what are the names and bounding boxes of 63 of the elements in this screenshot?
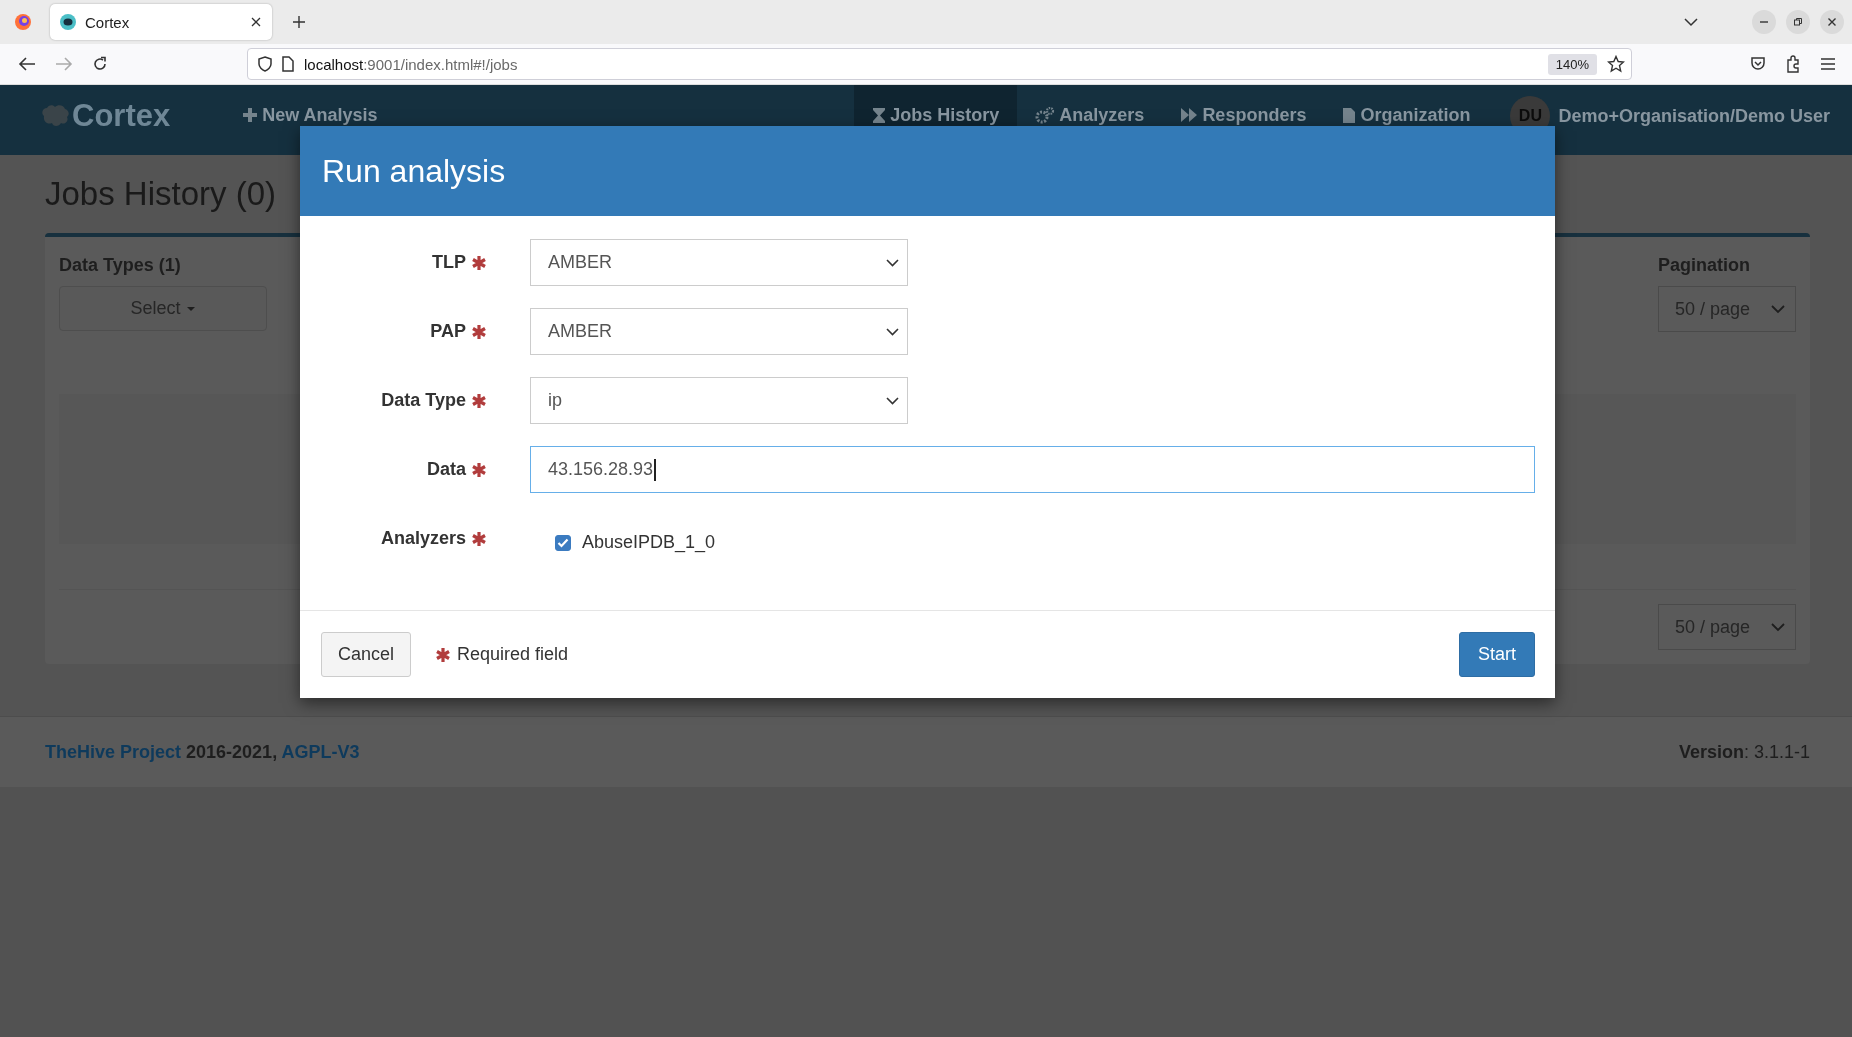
star-icon[interactable] [1607, 55, 1625, 73]
minimize-icon [1760, 21, 1768, 23]
field-label: Analyzers [380, 528, 466, 549]
close-window-button[interactable] [1820, 10, 1844, 34]
required-asterisk-icon [435, 646, 452, 663]
pocket-icon[interactable] [1750, 56, 1766, 72]
tab-title: Cortex [85, 13, 131, 31]
user-name: Demo+Organisation/Demo User [1558, 105, 1830, 127]
close-icon [1827, 17, 1837, 27]
hourglass-icon [872, 106, 887, 124]
field-label: Data Type [381, 390, 466, 411]
minimize-button[interactable] [1752, 10, 1776, 34]
field-label: PAP [430, 321, 466, 342]
dialog-title: Run analysis [322, 152, 506, 190]
cancel-button[interactable]: Cancel [321, 632, 412, 677]
gears-icon [1035, 106, 1056, 124]
filter-label: Pagination [1658, 255, 1751, 276]
new-tab-icon[interactable] [292, 15, 306, 29]
tab-list-icon[interactable] [1684, 17, 1698, 27]
reload-icon[interactable] [92, 56, 108, 72]
version-text: Version: 3.1.1-1 [1678, 741, 1810, 763]
restore-icon [1793, 17, 1803, 27]
new-analysis-link[interactable]: New Analysis [242, 85, 378, 155]
field-label: TLP [432, 252, 466, 273]
caret-icon [185, 305, 196, 312]
analyzer-name: AbuseIPDB_1_0 [582, 532, 716, 553]
field-label: Data [427, 459, 466, 480]
checkbox-icon[interactable] [555, 534, 571, 551]
back-icon[interactable] [18, 56, 36, 72]
nav-link[interactable]: Responders [1162, 85, 1325, 155]
copyright-text: TheHive Project 2016-2021, AGPL-V3 [45, 741, 360, 763]
chevron-down-icon [1771, 622, 1785, 632]
chevron-down-icon [886, 258, 899, 267]
fast-forward-icon [1180, 107, 1199, 123]
dropdown-field[interactable]: AMBER [530, 239, 908, 286]
plus-icon [242, 107, 259, 123]
browser-tab[interactable]: Cortex [50, 4, 272, 40]
address-bar[interactable]: localhost:9001/index.html#!/jobs 140% [247, 48, 1632, 80]
nav-link[interactable]: Analyzers [1017, 85, 1163, 155]
required-field-note: Required field [457, 644, 569, 665]
file-icon [1342, 106, 1357, 124]
extensions-icon[interactable] [1785, 55, 1801, 73]
chevron-down-icon [1771, 304, 1785, 314]
url-text: localhost:9001/index.html#!/jobs [304, 55, 518, 73]
nav-link[interactable]: Organization [1324, 85, 1489, 155]
close-tab-icon[interactable] [250, 16, 262, 28]
page-icon [282, 56, 294, 72]
data-input-field[interactable]: 43.156.28.93 [530, 446, 1535, 493]
chevron-down-icon [886, 327, 899, 336]
brand-logo[interactable]: Cortex [40, 85, 171, 155]
restore-button[interactable] [1786, 10, 1810, 34]
filter-label: Data Types (1) [59, 255, 182, 276]
chevron-down-icon [886, 396, 899, 405]
shield-icon [258, 56, 272, 72]
dropdown-field[interactable]: ip [530, 377, 908, 424]
brain-icon [40, 104, 70, 128]
firefox-logo-icon[interactable] [14, 13, 32, 31]
page-title: Jobs History (0) [45, 174, 277, 214]
start-button[interactable]: Start [1459, 632, 1535, 677]
menu-icon[interactable] [1820, 57, 1836, 71]
brain-favicon-icon [60, 14, 76, 30]
zoom-level[interactable]: 140% [1547, 53, 1597, 75]
dropdown-field[interactable]: AMBER [530, 308, 908, 355]
